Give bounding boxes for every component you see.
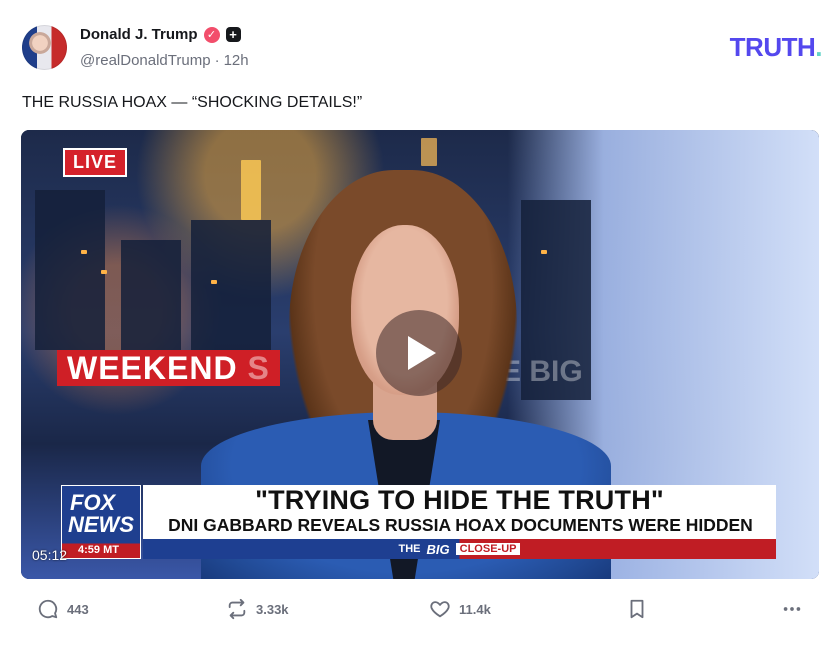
tower-light xyxy=(421,138,437,166)
retruth-count: 3.33k xyxy=(256,601,289,617)
headline-box: "TRYING TO HIDE THE TRUTH" DNI GABBARD R… xyxy=(143,485,776,539)
author-meta-row: @realDonaldTrump · 12h xyxy=(80,52,249,69)
truth-logo-dot: . xyxy=(815,32,822,62)
retruth-icon xyxy=(228,598,246,620)
skyline-building xyxy=(191,220,271,360)
truth-logo[interactable]: TRUTH. xyxy=(729,32,823,63)
verified-badge-icon: ✓ xyxy=(203,26,220,43)
retruth-action[interactable]: 3.33k xyxy=(226,598,289,620)
post-header: Donald J. Trump ✓ + @realDonaldTrump · 1… xyxy=(22,24,822,74)
headline-sub: DNI GABBARD REVEALS RUSSIA HOAX DOCUMENT… xyxy=(168,515,753,535)
author-name-row: Donald J. Trump ✓ + xyxy=(80,26,241,43)
fox-logo-bottom: NEWS xyxy=(68,512,134,537)
video-duration: 05:12 xyxy=(32,547,68,563)
author-display-name[interactable]: Donald J. Trump xyxy=(80,26,198,43)
news-lower-third: FOX NEWS 4:59 MT "TRYING TO HIDE THE TRU… xyxy=(61,483,776,561)
weekend-sign-text: WEEKEND xyxy=(67,350,238,386)
window-light xyxy=(81,250,87,254)
plus-icon: + xyxy=(225,27,241,42)
ticker-prefix: THE xyxy=(398,543,421,555)
play-icon xyxy=(408,336,436,370)
post-timestamp[interactable]: 12h xyxy=(224,52,249,69)
window-light xyxy=(101,270,107,274)
meta-separator: · xyxy=(214,52,220,69)
truth-logo-text: TRUTH xyxy=(729,32,816,62)
author-avatar[interactable] xyxy=(22,25,67,70)
reply-action[interactable]: 443 xyxy=(37,598,89,620)
reply-count: 443 xyxy=(67,601,89,617)
weekend-sign-partial: S xyxy=(247,350,270,386)
ticker-bar: THE BIG CLOSE-UP xyxy=(143,539,776,559)
fox-logo-time: 4:59 MT xyxy=(78,544,119,556)
author-handle[interactable]: @realDonaldTrump xyxy=(80,52,211,69)
live-badge: LIVE xyxy=(63,148,128,177)
fox-news-logo: FOX NEWS 4:59 MT xyxy=(61,485,141,559)
post-text: THE RUSSIA HOAX — “SHOCKING DETAILS!” xyxy=(22,94,363,111)
like-action[interactable]: 11.4k xyxy=(429,598,491,620)
like-count: 11.4k xyxy=(459,601,491,617)
window-light xyxy=(541,250,547,254)
ticker-closeup: CLOSE-UP xyxy=(455,543,521,555)
post-actions: 443 3.33k 11.4k xyxy=(0,598,840,628)
ticker-big: BIG xyxy=(426,541,450,557)
heart-icon xyxy=(430,601,450,618)
skyline-building xyxy=(121,240,181,360)
more-options-action[interactable] xyxy=(781,598,803,620)
play-button[interactable] xyxy=(376,310,462,396)
bookmark-action[interactable] xyxy=(626,598,648,620)
skyline-building xyxy=(35,190,105,350)
window-light xyxy=(211,280,217,284)
headline-main: "TRYING TO HIDE THE TRUTH" xyxy=(255,485,664,515)
video-player[interactable]: LIVE WEEKEND S E BIG FOX NEWS 4:59 MT "T… xyxy=(21,130,819,579)
reply-icon xyxy=(38,599,58,619)
tower-light xyxy=(241,160,261,220)
bookmark-icon xyxy=(630,599,644,619)
more-options-icon xyxy=(783,607,801,611)
weekend-sign: WEEKEND S xyxy=(57,350,280,386)
